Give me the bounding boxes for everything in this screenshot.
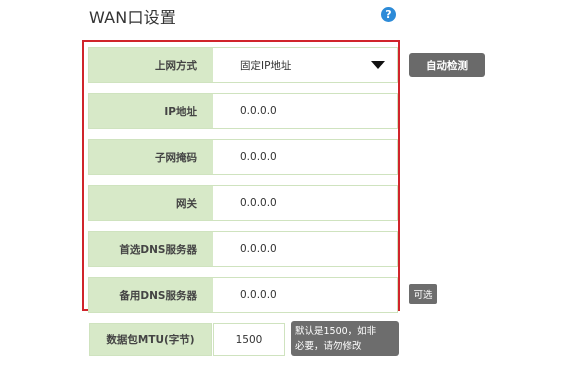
- connection-type-select[interactable]: 固定IP地址: [213, 48, 397, 82]
- mtu-label: 数据包MTU(字节): [89, 323, 212, 356]
- caret-down-icon[interactable]: [371, 61, 385, 69]
- ip-address-row: IP地址 0.0.0.0: [88, 93, 398, 129]
- mtu-hint-line2: 必要，请勿修改: [295, 341, 362, 352]
- mtu-hint: 默认是1500，如非 必要，请勿修改: [291, 321, 399, 356]
- secondary-dns-label: 备用DNS服务器: [89, 278, 213, 312]
- optional-badge: 可选: [409, 284, 437, 304]
- connection-type-value: 固定IP地址: [240, 59, 292, 72]
- primary-dns-input[interactable]: 0.0.0.0: [213, 232, 397, 266]
- primary-dns-row: 首选DNS服务器 0.0.0.0: [88, 231, 398, 267]
- help-circle-icon[interactable]: ?: [381, 7, 396, 22]
- subnet-mask-row: 子网掩码 0.0.0.0: [88, 139, 398, 175]
- secondary-dns-input[interactable]: 0.0.0.0: [213, 278, 397, 312]
- auto-detect-button[interactable]: 自动检测: [409, 53, 485, 77]
- subnet-mask-input[interactable]: 0.0.0.0: [213, 140, 397, 174]
- gateway-label: 网关: [89, 186, 213, 220]
- secondary-dns-row: 备用DNS服务器 0.0.0.0: [88, 277, 398, 313]
- connection-type-label: 上网方式: [89, 48, 213, 82]
- connection-type-row: 上网方式 固定IP地址: [88, 47, 398, 83]
- ip-address-label: IP地址: [89, 94, 213, 128]
- primary-dns-label: 首选DNS服务器: [89, 232, 213, 266]
- page-title: WAN口设置: [89, 8, 177, 27]
- subnet-mask-label: 子网掩码: [89, 140, 213, 174]
- ip-address-input[interactable]: 0.0.0.0: [213, 94, 397, 128]
- mtu-input[interactable]: 1500: [213, 323, 285, 356]
- mtu-hint-line1: 默认是1500，如非: [295, 326, 377, 337]
- gateway-row: 网关 0.0.0.0: [88, 185, 398, 221]
- gateway-input[interactable]: 0.0.0.0: [213, 186, 397, 220]
